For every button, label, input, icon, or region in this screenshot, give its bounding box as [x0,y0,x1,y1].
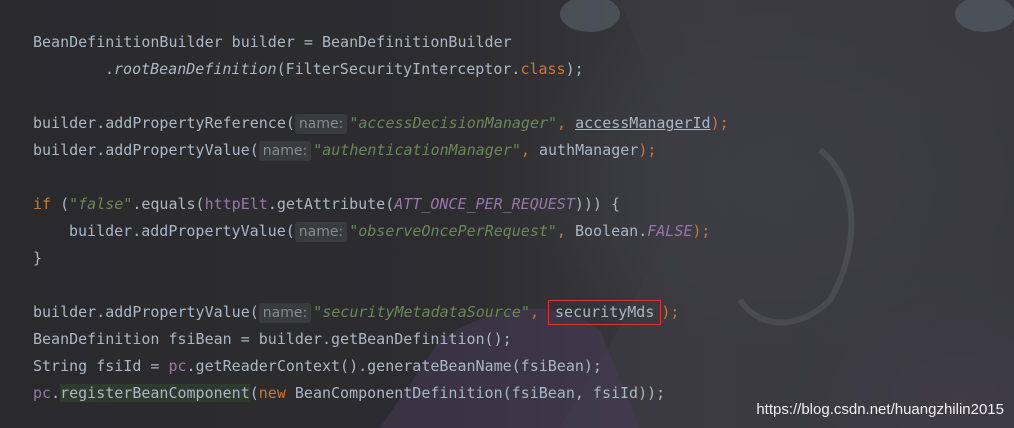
code-line-10: String fsiId = pc.getReaderContext().gen… [33,353,602,380]
code-punct: ); [692,222,711,240]
code-punct: ); [638,141,657,159]
code-punct: , [520,141,539,159]
code-text: ( [51,195,70,213]
parameter-hint: name: [258,303,312,323]
code-punct: ); [710,114,729,132]
code-line-5: if ("false".equals(httpElt.getAttribute(… [33,191,620,218]
highlighted-identifier: securityMds [548,300,662,325]
code-constant: FALSE [647,222,693,240]
code-keyword: if [33,195,52,213]
code-text: BeanDefinitionBuilder builder = BeanDefi… [33,33,512,51]
code-identifier: accessManagerId [575,114,711,132]
code-text: String fsiId = [33,357,169,375]
parameter-hint: name: [294,222,348,242]
code-field: pc [33,384,52,402]
code-text: ); [565,60,584,78]
code-text: ))) { [574,195,621,213]
code-text: BeanDefinition fsiBean = builder.getBean… [33,330,512,348]
parameter-hint: name: [258,141,312,161]
code-method: rootBeanDefinition [114,60,277,78]
code-field: pc [168,357,187,375]
code-line-1: BeanDefinitionBuilder builder = BeanDefi… [33,29,512,56]
code-editor[interactable]: BeanDefinitionBuilder builder = BeanDefi… [0,0,1014,428]
code-punct: ); [661,303,680,321]
code-text: builder.addPropertyValue( [33,303,259,321]
code-line-9: BeanDefinition fsiBean = builder.getBean… [33,326,512,353]
code-method: registerBeanComponent [60,384,250,402]
code-punct: , [529,303,549,321]
code-text: builder.addPropertyReference( [33,114,295,132]
code-punct: , [557,114,576,132]
code-keyword: new [258,384,286,402]
code-content: BeanDefinitionBuilder builder = BeanDefi… [0,0,1014,428]
code-text: .getAttribute( [267,195,395,213]
code-text: . [51,384,61,402]
code-text: } [33,249,43,267]
code-punct: , [556,222,575,240]
code-constant: ATT_ONCE_PER_REQUEST [394,195,575,213]
code-line-6: builder.addPropertyValue(name: "observeOn… [69,218,710,245]
code-identifier: authManager [538,141,639,159]
code-string: "false" [69,195,133,213]
code-text: .getReaderContext().generateBeanName(fsi… [186,357,602,375]
code-text: BeanComponentDefinition(fsiBean, fsiId))… [285,384,666,402]
code-string: "accessDecisionManager" [349,114,558,132]
code-line-4: builder.addPropertyValue(name: "authentic… [33,137,656,164]
code-text: builder.addPropertyValue( [33,141,259,159]
code-line-3: builder.addPropertyReference(name: "acces… [33,110,729,137]
code-string: "observeOncePerRequest" [349,222,557,240]
code-identifier: Boolean. [574,222,648,240]
code-keyword: class [520,60,566,78]
code-text: (FilterSecurityInterceptor. [276,60,521,78]
code-line-8: builder.addPropertyValue(name: "securityM… [33,299,679,326]
code-line-7: } [33,245,42,272]
watermark: https://blog.csdn.net/huangzhilin2015 [756,401,1004,418]
code-text: .equals( [132,195,205,213]
code-line-2: .rootBeanDefinition(FilterSecurityInterc… [105,56,584,83]
code-text: . [105,60,115,78]
code-text: ( [249,384,259,402]
code-text: builder.addPropertyValue( [69,222,295,240]
parameter-hint: name: [294,114,348,134]
code-field: httpElt [204,195,268,213]
code-string: "authenticationManager" [313,141,521,159]
code-line-11: pc.registerBeanComponent(new BeanCompone… [33,380,665,407]
code-string: "securityMetadataSource" [313,303,530,321]
